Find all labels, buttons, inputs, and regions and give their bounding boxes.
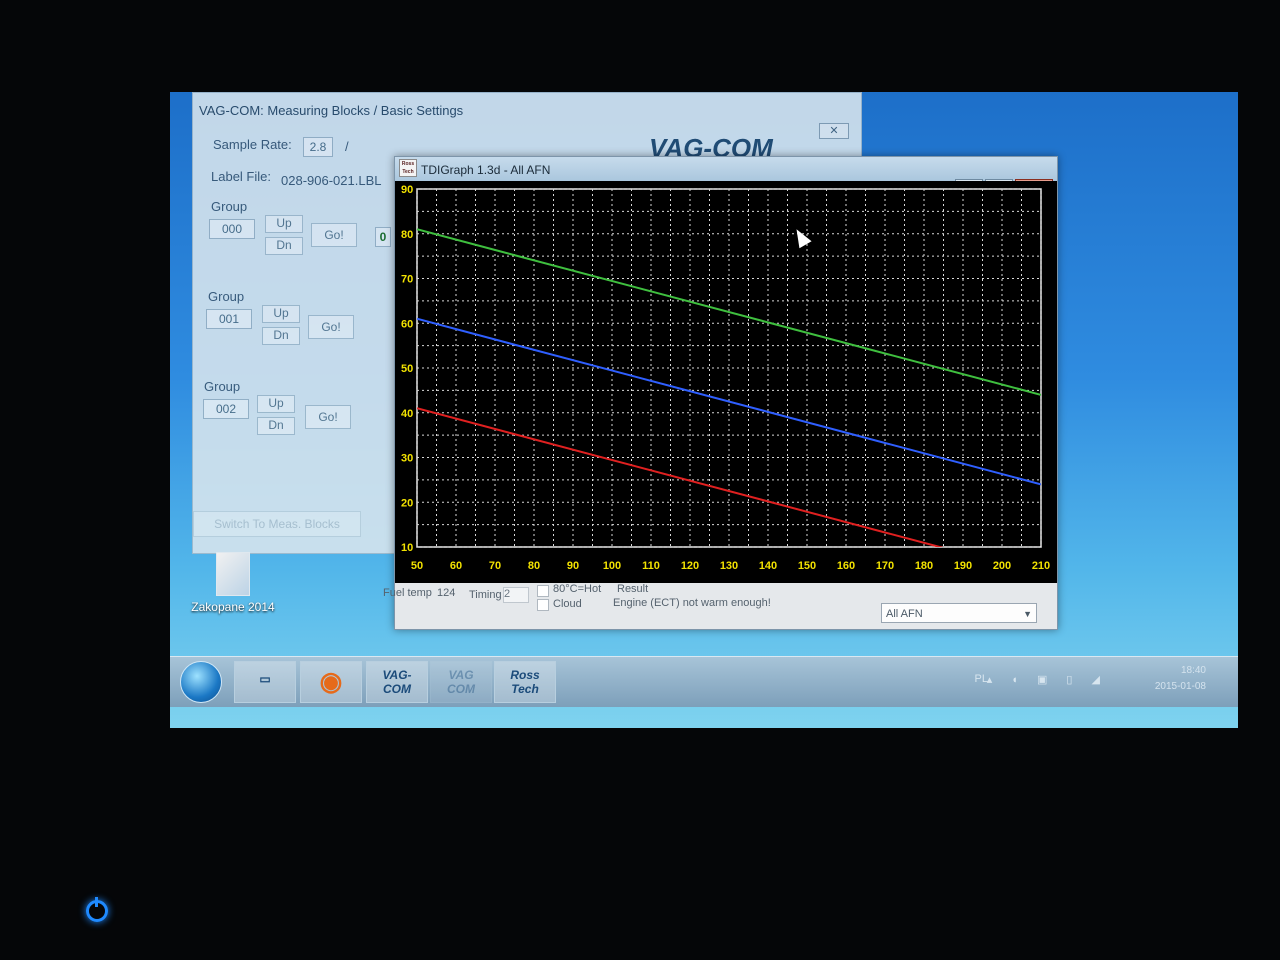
group-up-button[interactable]: Up [262,305,300,323]
x-tick-label: 210 [1032,560,1050,572]
result-value: Engine (ECT) not warm enough! [613,597,771,609]
sample-rate-unit: / [345,139,349,154]
y-tick-label: 70 [401,274,413,286]
y-tick-label: 60 [401,318,413,330]
x-tick-label: 140 [759,560,777,572]
group-go-button[interactable]: Go! [308,315,354,339]
firefox-icon[interactable]: ◉ [300,661,362,703]
hot-checkbox-label: 80°C=Hot [553,583,602,595]
x-tick-label: 130 [720,560,738,572]
group-go-button[interactable]: Go! [305,405,351,429]
timing-field: 2 [503,587,529,603]
group-status-field: 0 [375,227,391,247]
x-tick-label: 170 [876,560,894,572]
fuel-temp-value: 124 [437,587,456,599]
x-tick-label: 160 [837,560,855,572]
desktop-icon-zakopane[interactable]: Zakopane 2014 [188,552,278,614]
windows-start-icon[interactable] [180,661,222,703]
cloud-checkbox[interactable] [537,599,549,611]
tray-clock[interactable]: 18:40 2015-01-08 [1155,663,1206,695]
x-tick-label: 80 [528,560,540,572]
tray-date: 2015-01-08 [1154,681,1206,692]
taskbar-item-line2: Tech [511,682,539,696]
group-up-button[interactable]: Up [265,215,303,233]
x-tick-label: 110 [642,560,660,572]
group-number-field[interactable]: 002 [203,399,249,419]
taskbar-item-ross-tech[interactable]: Ross Tech [494,661,556,703]
group-label: Group [208,289,245,304]
engine-select[interactable]: All AFN ▼ [881,603,1037,623]
power-led-icon [86,897,108,922]
window-title: TDIGraph 1.3d - All AFN [421,163,551,177]
taskbar-item-vag-com-2[interactable]: VAG COM [430,661,492,703]
y-tick-label: 20 [401,497,413,509]
x-tick-label: 60 [450,560,462,572]
y-tick-label: 50 [401,363,413,375]
switch-to-meas-blocks-button[interactable]: Switch To Meas. Blocks [193,511,361,537]
fuel-temp-label: Fuel temp [383,587,432,599]
group-label: Group [211,199,248,214]
y-tick-label: 30 [401,453,413,465]
close-icon[interactable]: ✕ [819,123,849,139]
x-tick-label: 200 [993,560,1011,572]
x-tick-label: 120 [681,560,699,572]
group-down-button[interactable]: Dn [265,237,303,255]
desktop-icon-label: Zakopane 2014 [191,600,275,614]
tdigraph-window: Ross Tech TDIGraph 1.3d - All AFN ▁▢✕ 10… [383,156,1058,630]
tray-icons[interactable]: ▴ ◖ ▣ ▯ ◢ [987,673,1108,686]
folder-image-icon [216,552,250,596]
graph-area: 10 20 30 40 50 60 70 80 90 50 60 70 80 90 100 110 120 130… [395,181,1057,590]
label-file-label: Label File: [211,169,271,184]
y-tick-label: 90 [401,184,413,196]
engine-select-value: All AFN [886,608,923,620]
group-label: Group [204,379,241,394]
group-up-button[interactable]: Up [257,395,295,413]
sample-rate-field: 2.8 [303,137,333,157]
taskbar-item-line1: Ross [510,668,540,682]
sample-rate-label: Sample Rate: [213,137,292,152]
x-tick-label: 90 [567,560,579,572]
window-title: VAG-COM: Measuring Blocks / Basic Settin… [199,103,464,118]
x-tick-label: 150 [798,560,816,572]
taskbar-item-line2: COM [383,682,411,696]
group-go-button[interactable]: Go! [311,223,357,247]
group-down-button[interactable]: Dn [262,327,300,345]
y-tick-label: 80 [401,229,413,241]
group-number-field[interactable]: 000 [209,219,255,239]
folder-icon[interactable]: ▭ [234,661,296,703]
y-tick-label: 40 [401,408,413,420]
x-tick-label: 50 [411,560,423,572]
group-number-field[interactable]: 001 [206,309,252,329]
hot-checkbox[interactable] [537,585,549,597]
taskbar: ▭ ◉ VAG- COM VAG COM Ross Tech PL ▴ ◖ ▣ … [170,656,1238,707]
y-tick-label: 10 [401,542,413,554]
status-bar: Fuel temp 124 Timing 2 80°C=Hot Cloud Re… [383,583,1057,627]
tray-time: 18:40 [1180,665,1206,676]
x-tick-label: 190 [954,560,972,572]
x-tick-label: 100 [603,560,621,572]
result-label: Result [617,583,649,595]
plot-background [395,181,1057,583]
taskbar-item-line1: VAG- [382,668,412,682]
label-file-value: 028-906-021.LBL [281,173,382,188]
cloud-checkbox-label: Cloud [553,598,582,610]
taskbar-item-line2: COM [447,682,475,696]
ross-tech-logo: Ross Tech [399,159,417,177]
x-tick-label: 70 [489,560,501,572]
chevron-down-icon: ▼ [1023,609,1032,619]
group-down-button[interactable]: Dn [257,417,295,435]
line-chart: 10 20 30 40 50 60 70 80 90 50 60 70 80 90 100 110 120 130… [395,181,1057,583]
taskbar-item-vag-com[interactable]: VAG- COM [366,661,428,703]
timing-label: Timing [469,589,502,601]
taskbar-item-line1: VAG [448,668,474,682]
x-tick-label: 180 [915,560,933,572]
